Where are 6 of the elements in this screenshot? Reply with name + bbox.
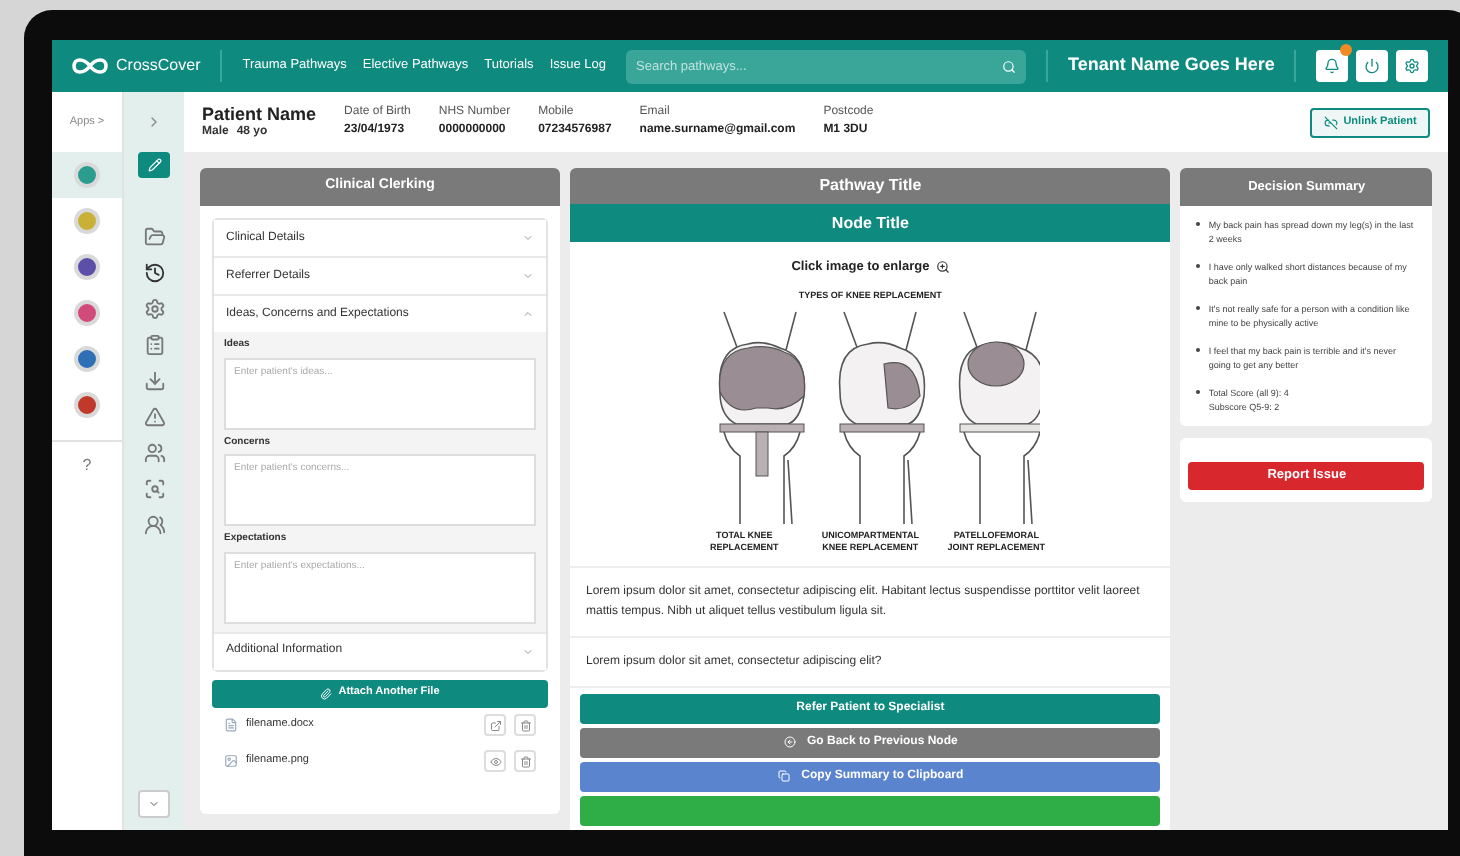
patient-name: Patient Name [202, 103, 317, 123]
help-link[interactable]: ? [82, 454, 92, 478]
pathway-title: Pathway Title [819, 174, 922, 198]
app-name: CrossCover [116, 54, 201, 78]
tenant-name: Tenant Name Goes Here [1068, 52, 1275, 79]
node-title: Node Title [831, 211, 909, 235]
